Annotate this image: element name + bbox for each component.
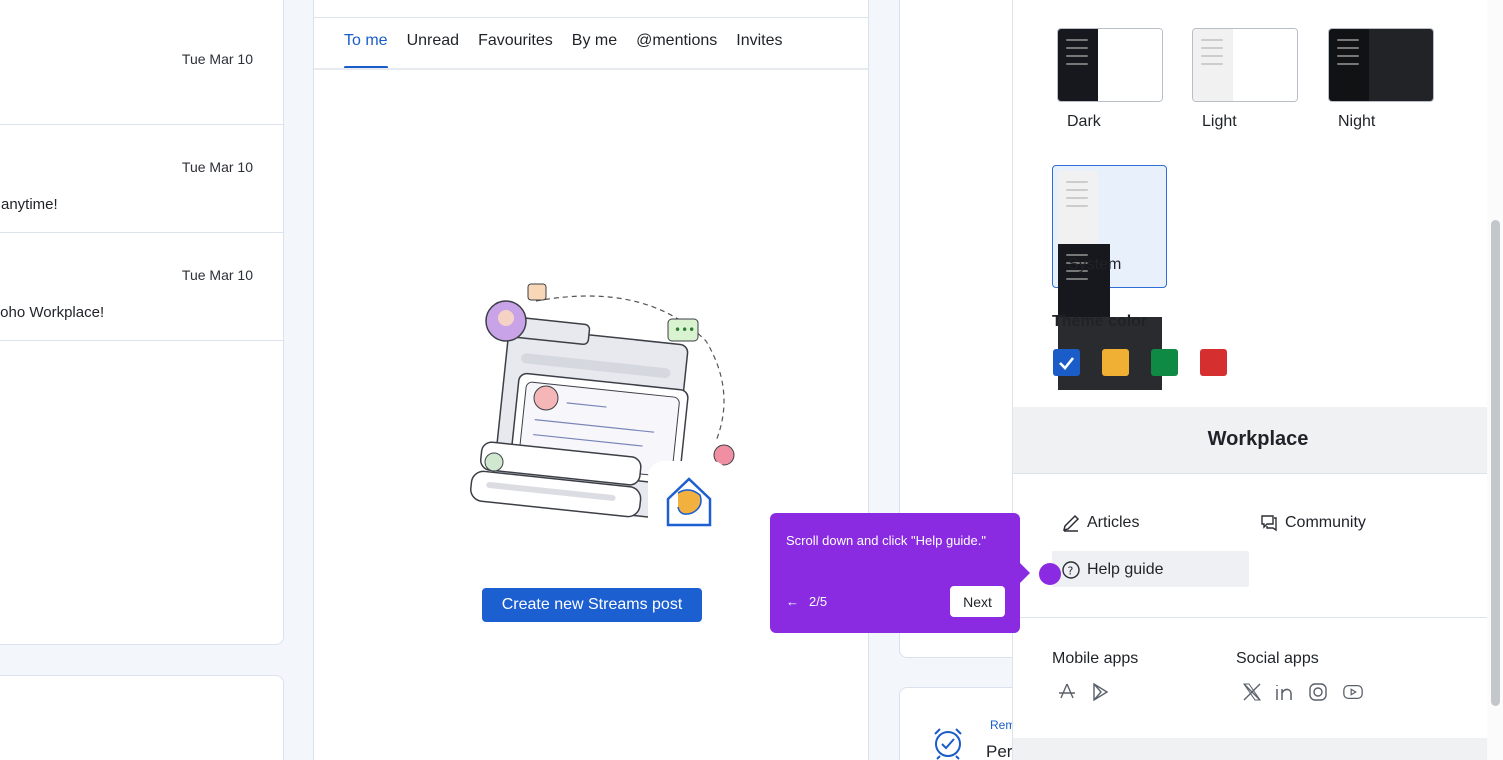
scrollbar-track[interactable] — [1487, 0, 1503, 760]
theme-night[interactable]: Night — [1328, 28, 1434, 131]
next-button[interactable]: Next — [950, 586, 1005, 617]
tab-to-me[interactable]: To me — [344, 32, 388, 69]
theme-night-label: Night — [1338, 113, 1376, 130]
theme-dark-preview — [1057, 28, 1163, 102]
instagram-icon[interactable] — [1307, 681, 1329, 703]
divider — [314, 17, 868, 18]
mail-list-card: Tue Mar 10 Tue Mar 10 anytime! Tue Mar 1… — [0, 0, 284, 645]
youtube-icon[interactable] — [1342, 681, 1364, 703]
mobile-apps-label: Mobile apps — [1052, 650, 1139, 667]
mail-date: Tue Mar 10 — [181, 51, 253, 67]
x-icon[interactable] — [1241, 681, 1263, 703]
guide-tooltip: Scroll down and click "Help guide." ← 2/… — [770, 513, 1030, 633]
create-streams-post-button[interactable]: Create new Streams post — [482, 588, 702, 622]
tab-mentions[interactable]: @mentions — [636, 32, 717, 68]
alarm-clock-icon — [934, 728, 962, 760]
settings-panel: Dark Light Night System Theme color Work… — [1012, 0, 1503, 760]
theme-color-blue[interactable] — [1053, 349, 1080, 376]
mail-date: Tue Mar 10 — [181, 267, 253, 283]
community-link[interactable]: Community — [1259, 513, 1366, 533]
tour-hotspot-dot[interactable] — [1039, 563, 1061, 585]
theme-system-label: System — [1068, 256, 1122, 273]
app-store-icon[interactable] — [1056, 681, 1078, 703]
social-apps-label: Social apps — [1236, 650, 1319, 667]
streams-panel: To me Unread Favourites By me @mentions … — [313, 0, 869, 760]
help-guide-link[interactable]: ? Help guide — [1061, 560, 1164, 580]
community-label: Community — [1285, 514, 1366, 531]
tab-invites[interactable]: Invites — [736, 32, 782, 68]
theme-light-preview — [1192, 28, 1298, 102]
tab-by-me[interactable]: By me — [572, 32, 617, 68]
theme-color-red[interactable] — [1200, 349, 1227, 376]
mail-row[interactable]: Tue Mar 10 anytime! — [0, 125, 283, 233]
theme-system[interactable]: System — [1052, 165, 1167, 390]
articles-label: Articles — [1087, 514, 1140, 531]
theme-dark-label: Dark — [1067, 113, 1101, 130]
workplace-section-header: Workplace — [1013, 407, 1503, 474]
linkedin-icon[interactable] — [1273, 681, 1295, 703]
theme-system-preview — [1058, 171, 1162, 390]
tabs-divider — [314, 68, 868, 70]
theme-dark[interactable]: Dark — [1057, 28, 1163, 131]
streams-tabs: To me Unread Favourites By me @mentions … — [344, 32, 802, 69]
reminder-title: Per — [986, 742, 1013, 760]
theme-light-label: Light — [1202, 113, 1237, 130]
check-icon — [1059, 357, 1075, 370]
back-arrow-icon[interactable]: ← — [786, 594, 799, 609]
tab-favourites[interactable]: Favourites — [478, 32, 553, 68]
svg-text:?: ? — [1068, 565, 1074, 578]
theme-color-label: Theme color — [1052, 313, 1148, 330]
secondary-card — [0, 675, 284, 760]
mail-snippet: Zoho Workplace! — [0, 304, 105, 321]
scrollbar-thumb[interactable] — [1491, 220, 1500, 706]
articles-link[interactable]: Articles — [1061, 513, 1139, 533]
svg-text:•••: ••• — [674, 323, 695, 337]
step-counter: 2/5 — [809, 594, 828, 609]
chat-bubbles-icon — [1261, 515, 1277, 532]
mail-snippet: anytime! — [1, 196, 58, 213]
theme-color-green[interactable] — [1151, 349, 1178, 376]
theme-night-preview — [1328, 28, 1434, 102]
panel-footer — [1013, 738, 1503, 760]
help-guide-label: Help guide — [1087, 561, 1164, 578]
pencil-icon — [1062, 514, 1080, 532]
divider — [1013, 617, 1503, 618]
workplace-title: Workplace — [1207, 428, 1309, 450]
play-store-icon[interactable] — [1089, 681, 1111, 703]
mail-row[interactable]: Tue Mar 10 — [0, 17, 283, 125]
help-circle-icon: ? — [1062, 561, 1080, 579]
mail-date: Tue Mar 10 — [181, 159, 253, 175]
tooltip-nav: ← 2/5 — [786, 594, 827, 609]
mail-row[interactable]: Tue Mar 10 Zoho Workplace! — [0, 233, 283, 341]
empty-streams-illustration: ••• — [470, 283, 735, 533]
tab-unread[interactable]: Unread — [407, 32, 459, 68]
theme-color-yellow[interactable] — [1102, 349, 1129, 376]
theme-light[interactable]: Light — [1192, 28, 1298, 131]
tooltip-message: Scroll down and click "Help guide." — [786, 533, 986, 548]
